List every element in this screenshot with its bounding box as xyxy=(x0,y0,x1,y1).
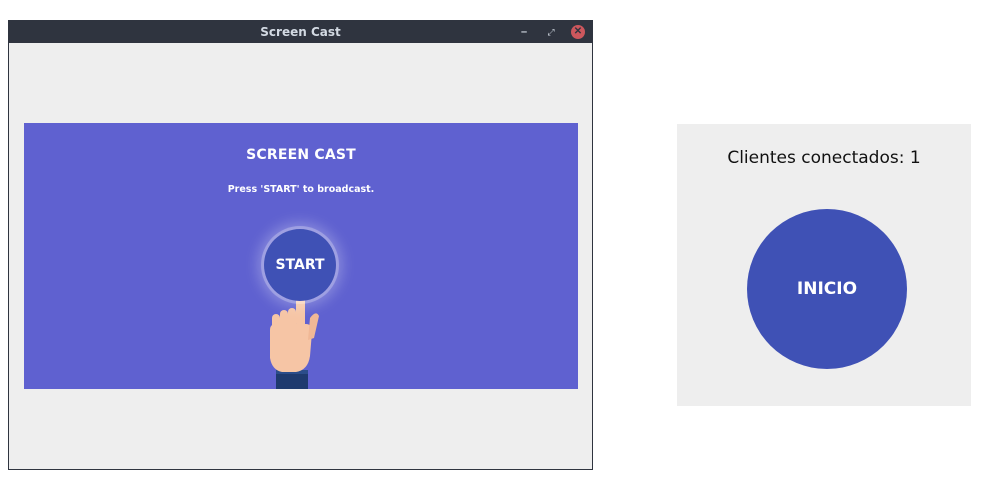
mobile-app-panel: Clientes conectados: 1 INICIO xyxy=(677,124,971,406)
thumb-shape xyxy=(308,313,319,340)
inicio-button[interactable]: INICIO xyxy=(747,209,907,369)
palm-shape xyxy=(270,324,312,372)
title-bar[interactable]: Screen Cast – ⤢ ✕ xyxy=(9,21,592,43)
screenshot-stage: Screen Cast – ⤢ ✕ SCREEN CAST Press 'STA… xyxy=(0,0,992,489)
minimize-button[interactable]: – xyxy=(517,25,531,39)
start-button[interactable]: START xyxy=(264,229,336,301)
window-title: Screen Cast xyxy=(260,25,341,39)
maximize-button[interactable]: ⤢ xyxy=(544,25,558,39)
banner-title: SCREEN CAST xyxy=(246,147,356,163)
broadcast-banner: SCREEN CAST Press 'START' to broadcast. … xyxy=(24,123,578,389)
screen-cast-window: Screen Cast – ⤢ ✕ SCREEN CAST Press 'STA… xyxy=(8,20,593,470)
connected-clients-label: Clientes conectados: 1 xyxy=(727,148,921,168)
close-button[interactable]: ✕ xyxy=(571,25,585,39)
sleeve-shape xyxy=(276,372,308,389)
banner-subtitle: Press 'START' to broadcast. xyxy=(227,184,375,195)
